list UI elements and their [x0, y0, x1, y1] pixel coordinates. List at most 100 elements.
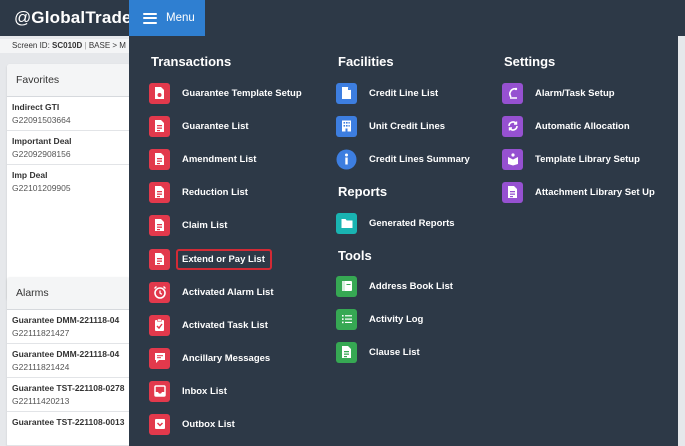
menu-item-label: Guarantee Template Setup [182, 87, 302, 99]
menu-item-credit-lines-summary[interactable]: Credit Lines Summary [336, 148, 470, 170]
top-bar: @GlobalTrade Menu [0, 0, 685, 36]
left-panel: Screen ID: SC010D | BASE > M Favorites I… [0, 36, 130, 446]
brand-name: GlobalTrade [31, 8, 132, 27]
favorite-item-id: G22092908156 [12, 149, 71, 159]
menu-item-label: Claim List [182, 219, 228, 231]
menu-item-reduction-list[interactable]: Reduction List [149, 181, 248, 203]
menu-item-credit-line-list[interactable]: Credit Line List [336, 82, 438, 104]
outbox-icon [149, 413, 170, 435]
alarms-card: Alarms Guarantee DMM-221118-04 G22111821… [7, 277, 130, 446]
favorite-item-title: Indirect GTI [12, 102, 60, 112]
sync-icon [502, 115, 523, 137]
menu-item-label: Extend or Pay List [182, 253, 265, 265]
screen-id-bar: Screen ID: SC010D | BASE > M [0, 39, 130, 53]
message-icon [149, 347, 170, 369]
menu-item-alarm-task-setup[interactable]: Alarm/Task Setup [502, 82, 615, 104]
inbox-icon [149, 380, 170, 402]
alarm-item[interactable]: Guarantee TST-221108-0278 G22111420213 [7, 378, 130, 412]
menu-item-label: Inbox List [182, 385, 227, 397]
menu-item-outbox-list[interactable]: Outbox List [149, 413, 235, 435]
menu-item-claim-list[interactable]: Claim List [149, 214, 227, 236]
menu-item-label: Outbox List [182, 418, 235, 430]
menu-item-label: Guarantee List [182, 120, 249, 132]
clause-doc-icon [336, 341, 357, 363]
menu-item-extend-or-pay-list[interactable]: Extend or Pay List [149, 248, 265, 270]
library-icon [502, 148, 523, 170]
alarm-item-id: G22111420213 [12, 396, 70, 406]
reports-heading: Reports [338, 184, 388, 199]
list-doc-icon [149, 181, 170, 203]
menu-item-guarantee-template-setup[interactable]: Guarantee Template Setup [149, 82, 302, 104]
favorites-title: Favorites [7, 64, 130, 97]
favorite-item[interactable]: Imp Deal G22101209905 [7, 165, 130, 199]
favorites-card: Favorites Indirect GTI G22091503664 Impo… [7, 64, 130, 300]
settings-heading: Settings [504, 54, 556, 69]
mega-menu: Transactions Guarantee Template Setup Gu… [129, 36, 678, 446]
breadcrumb[interactable]: BASE > M [89, 41, 126, 50]
screen-id-value: SC010D [52, 41, 83, 50]
brand-prefix: @ [14, 8, 32, 27]
menu-item-address-book-list[interactable]: Address Book List [336, 275, 453, 297]
menu-item-label: Reduction List [182, 186, 248, 198]
menu-item-label: Attachment Library Set Up [535, 186, 655, 198]
favorite-item-id: G22101209905 [12, 183, 71, 193]
menu-item-template-library-setup[interactable]: Template Library Setup [502, 148, 640, 170]
attachment-doc-icon [502, 181, 523, 203]
menu-item-activated-task-list[interactable]: Activated Task List [149, 314, 268, 336]
address-book-icon [336, 275, 357, 297]
favorite-item-title: Important Deal [12, 136, 72, 146]
menu-item-ancillary-messages[interactable]: Ancillary Messages [149, 347, 270, 369]
menu-item-label: Activated Alarm List [182, 286, 274, 298]
menu-item-activity-log[interactable]: Activity Log [336, 308, 423, 330]
alarm-item[interactable]: Guarantee DMM-221118-04 G22111821424 [7, 344, 130, 378]
favorite-item[interactable]: Indirect GTI G22091503664 [7, 97, 130, 131]
document-icon [336, 82, 357, 104]
folder-icon [336, 212, 357, 234]
menu-item-unit-credit-lines[interactable]: Unit Credit Lines [336, 115, 445, 137]
alarm-item[interactable]: Guarantee TST-221108-0013 [7, 412, 130, 446]
menu-item-label: Ancillary Messages [182, 352, 271, 364]
screen-id-label: Screen ID: [12, 41, 50, 50]
favorite-item-title: Imp Deal [12, 170, 48, 180]
list-doc-icon [149, 148, 170, 170]
menu-item-automatic-allocation[interactable]: Automatic Allocation [502, 115, 630, 137]
brand-logo[interactable]: @GlobalTrade [14, 8, 132, 28]
menu-item-label: Clause List [369, 346, 420, 358]
menu-item-clause-list[interactable]: Clause List [336, 341, 420, 363]
task-check-icon [149, 314, 170, 336]
menu-item-label: Alarm/Task Setup [535, 87, 615, 99]
menu-item-inbox-list[interactable]: Inbox List [149, 380, 227, 402]
list-doc-icon [149, 214, 170, 236]
menu-item-label: Address Book List [369, 280, 453, 292]
alarm-item-title: Guarantee DMM-221118-04 [12, 349, 120, 359]
favorite-item[interactable]: Important Deal G22092908156 [7, 131, 130, 165]
facilities-heading: Facilities [338, 54, 394, 69]
menu-button[interactable]: Menu [129, 0, 205, 36]
menu-item-activated-alarm-list[interactable]: Activated Alarm List [149, 281, 274, 303]
list-doc-icon [149, 248, 170, 270]
menu-item-generated-reports[interactable]: Generated Reports [336, 212, 455, 234]
transactions-heading: Transactions [151, 54, 232, 69]
alarm-item-title: Guarantee DMM-221118-04 [12, 315, 120, 325]
alarm-item-id: G22111821427 [12, 328, 70, 338]
alarms-title: Alarms [7, 277, 130, 310]
alarm-item[interactable]: Guarantee DMM-221118-04 G22111821427 [7, 310, 130, 344]
hamburger-icon [143, 12, 157, 24]
menu-item-label: Unit Credit Lines [369, 120, 446, 132]
list-doc-icon [149, 115, 170, 137]
tools-heading: Tools [338, 248, 372, 263]
building-icon [336, 115, 357, 137]
info-icon [336, 149, 357, 170]
menu-item-guarantee-list[interactable]: Guarantee List [149, 115, 249, 137]
menu-item-label: Amendment List [182, 153, 257, 165]
log-list-icon [336, 308, 357, 330]
alarm-item-title: Guarantee TST-221108-0013 [12, 417, 125, 427]
menu-item-label: Credit Line List [369, 87, 439, 99]
menu-item-amendment-list[interactable]: Amendment List [149, 148, 256, 170]
menu-item-attachment-library-set-up[interactable]: Attachment Library Set Up [502, 181, 655, 203]
menu-item-label: Activity Log [369, 313, 424, 325]
alarm-clock-icon [149, 281, 170, 303]
menu-button-label: Menu [166, 12, 195, 24]
alarm-setup-icon [502, 82, 523, 104]
menu-item-label: Automatic Allocation [535, 120, 630, 132]
